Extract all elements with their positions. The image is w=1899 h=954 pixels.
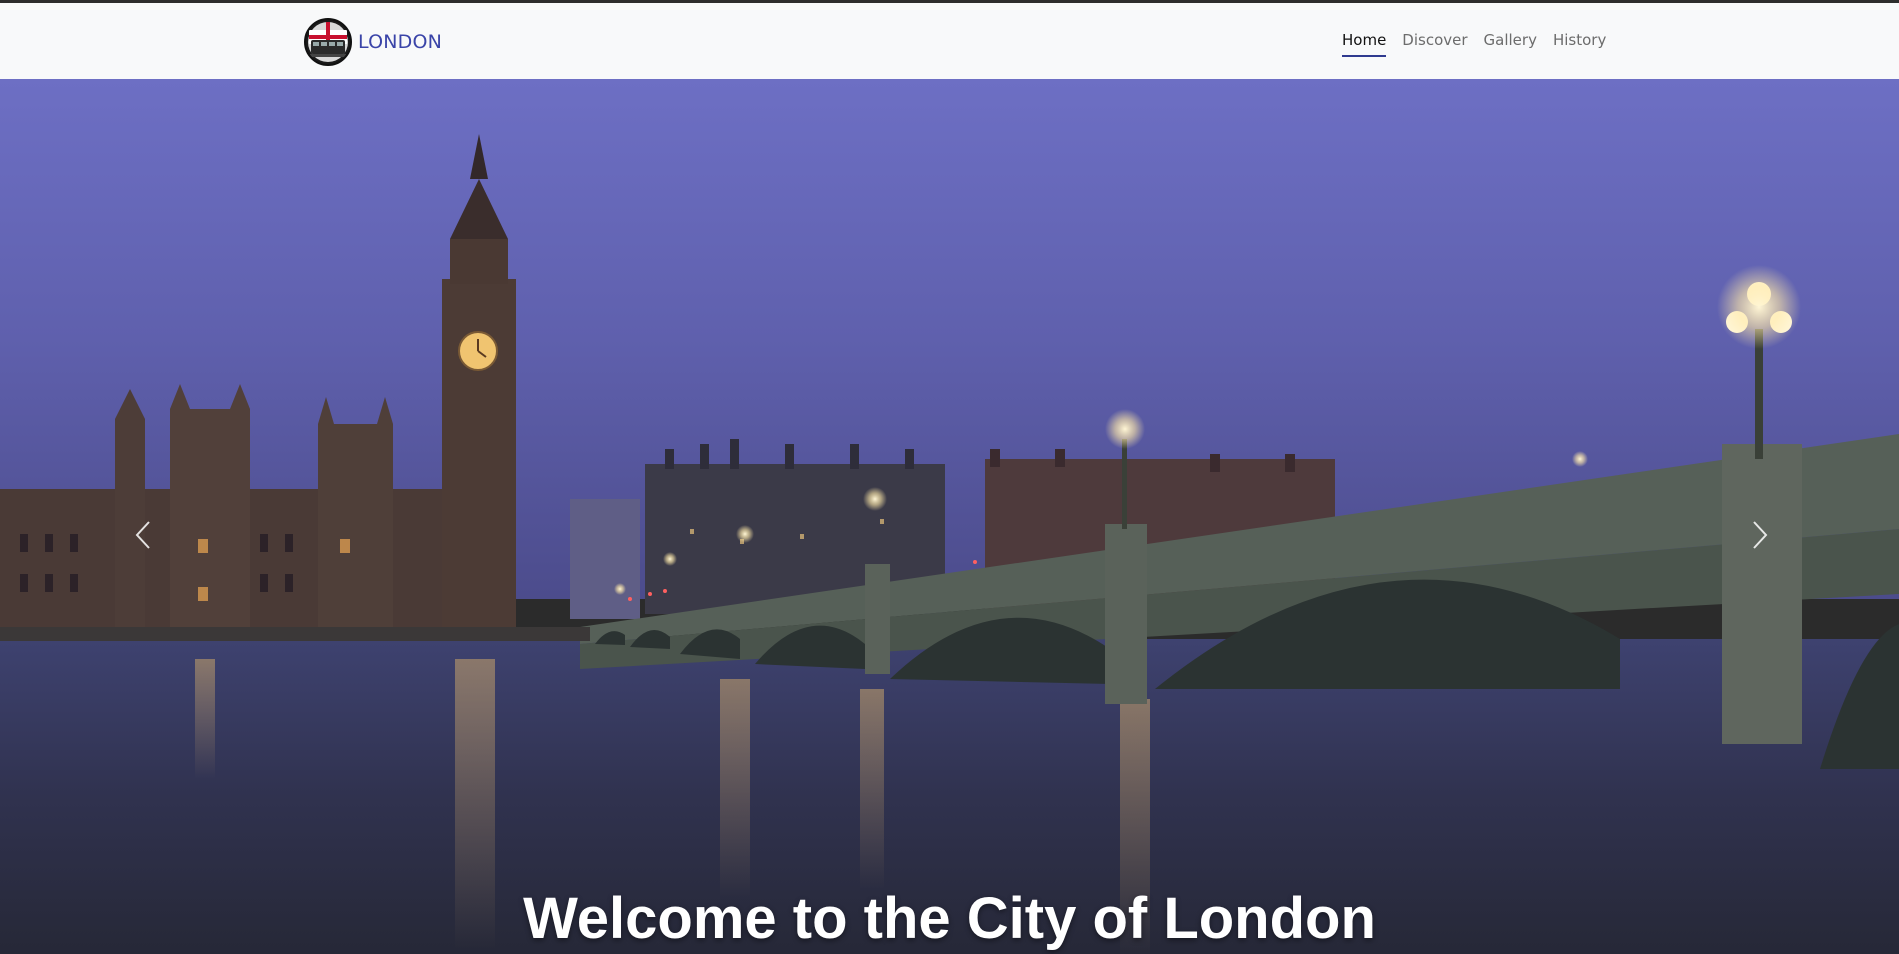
carousel-next-button[interactable] bbox=[1740, 513, 1780, 557]
brand-name: LONDON bbox=[358, 31, 443, 53]
hero-carousel: Welcome to the City of London bbox=[0, 79, 1899, 954]
london-bus-logo-icon bbox=[304, 18, 352, 66]
chevron-left-icon bbox=[135, 521, 150, 549]
chevron-right-icon bbox=[1753, 521, 1768, 549]
hero-caption: Welcome to the City of London bbox=[523, 886, 1376, 951]
nav-gallery-link[interactable]: Gallery bbox=[1476, 31, 1545, 49]
navbar: LONDON Home Discover Gallery History bbox=[0, 3, 1899, 79]
carousel-prev-button[interactable] bbox=[123, 513, 163, 557]
nav-home-link[interactable]: Home bbox=[1342, 31, 1394, 57]
brand-link[interactable]: LONDON bbox=[304, 17, 442, 67]
nav-history-link[interactable]: History bbox=[1545, 31, 1614, 49]
hero-image bbox=[0, 79, 1899, 954]
nav-menu: Home Discover Gallery History bbox=[1342, 31, 1614, 57]
nav-discover-link[interactable]: Discover bbox=[1394, 31, 1475, 49]
